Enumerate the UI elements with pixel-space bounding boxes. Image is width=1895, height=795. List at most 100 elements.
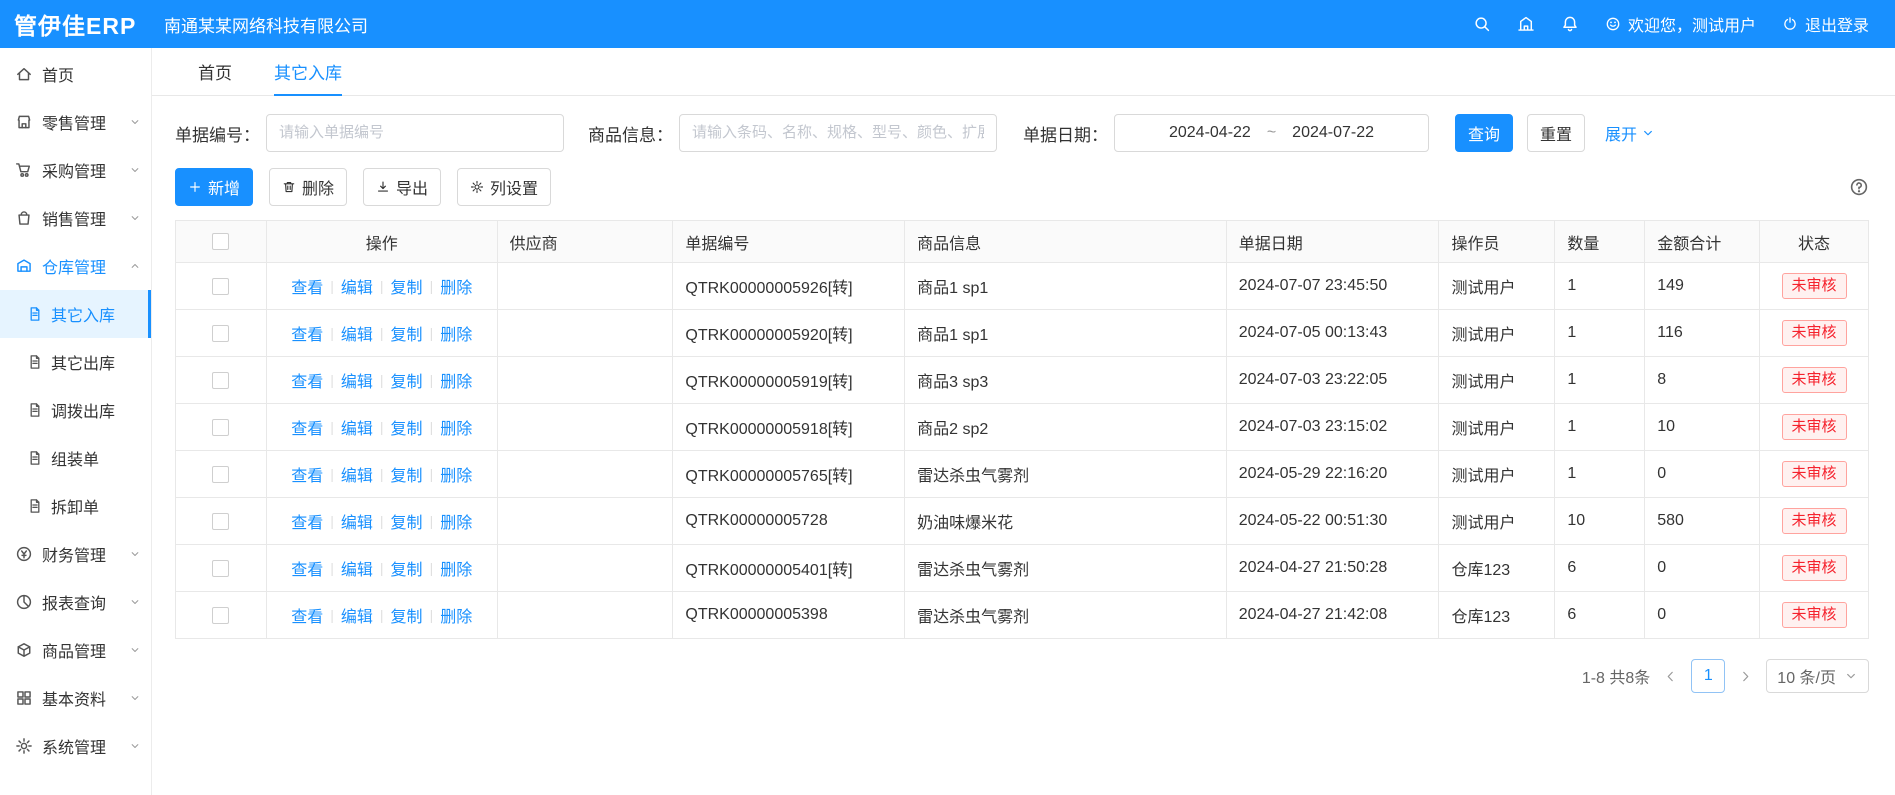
- column-settings-button[interactable]: 列设置: [457, 168, 551, 206]
- add-button-label: 新增: [208, 175, 240, 199]
- row-checkbox[interactable]: [212, 278, 229, 295]
- date-to-value[interactable]: 2024-07-22: [1292, 124, 1374, 142]
- row-checkbox[interactable]: [212, 325, 229, 342]
- row-action-delete[interactable]: 删除: [440, 321, 472, 345]
- row-action-edit[interactable]: 编辑: [341, 274, 373, 298]
- sidebar-item-warehouse[interactable]: 仓库管理: [0, 242, 151, 290]
- row-action-copy[interactable]: 复制: [391, 462, 423, 486]
- gear-icon: [470, 180, 484, 194]
- row-action-delete[interactable]: 删除: [440, 509, 472, 533]
- tab-home[interactable]: 首页: [198, 48, 232, 95]
- row-action-edit[interactable]: 编辑: [341, 603, 373, 627]
- reset-button[interactable]: 重置: [1527, 114, 1585, 152]
- sales-icon: [15, 209, 33, 227]
- cell-operator: 测试用户: [1439, 498, 1555, 544]
- row-checkbox[interactable]: [212, 607, 229, 624]
- bell-icon[interactable]: [1561, 15, 1579, 33]
- chevron-left-icon[interactable]: [1663, 669, 1678, 684]
- sidebar-subitem-transfer-outbound[interactable]: 调拨出库: [0, 386, 151, 434]
- search-button[interactable]: 查询: [1455, 114, 1513, 152]
- row-action-view[interactable]: 查看: [291, 462, 323, 486]
- sidebar-subitem-other-outbound[interactable]: 其它出库: [0, 338, 151, 386]
- date-from-value[interactable]: 2024-04-22: [1169, 124, 1251, 142]
- row-checkbox[interactable]: [212, 372, 229, 389]
- row-action-view[interactable]: 查看: [291, 274, 323, 298]
- row-action-edit[interactable]: 编辑: [341, 321, 373, 345]
- sidebar-item-base[interactable]: 基本资料: [0, 674, 151, 722]
- sidebar-item-finance[interactable]: 财务管理: [0, 530, 151, 578]
- action-separator: |: [430, 278, 434, 294]
- cell-supplier: [498, 357, 674, 403]
- page-size-select[interactable]: 10 条/页: [1766, 659, 1869, 693]
- row-action-edit[interactable]: 编辑: [341, 368, 373, 392]
- table-row: 查看|编辑|复制|删除 QTRK00000005765[转] 雷达杀虫气雾剂 2…: [176, 451, 1868, 498]
- sidebar-subitem-disassembly-bill[interactable]: 拆卸单: [0, 482, 151, 530]
- export-button[interactable]: 导出: [363, 168, 441, 206]
- help-icon[interactable]: [1849, 177, 1869, 197]
- action-separator: |: [380, 466, 384, 482]
- row-action-copy[interactable]: 复制: [391, 321, 423, 345]
- status-badge: 未审核: [1782, 602, 1847, 628]
- tabbar: 首页其它入库: [152, 48, 1895, 96]
- export-icon: [376, 180, 390, 194]
- cell-qty: 1: [1555, 263, 1645, 309]
- welcome-text: 欢迎您，测试用户: [1628, 12, 1756, 36]
- product-info-input[interactable]: [679, 114, 997, 152]
- cell-qty: 1: [1555, 451, 1645, 497]
- sidebar-item-label: 财务管理: [42, 542, 106, 566]
- date-range-picker[interactable]: 2024-04-22 ~ 2024-07-22: [1114, 114, 1429, 152]
- bill-no-label: 单据编号：: [175, 121, 260, 146]
- sidebar-item-sales[interactable]: 销售管理: [0, 194, 151, 242]
- row-action-view[interactable]: 查看: [291, 509, 323, 533]
- row-action-delete[interactable]: 删除: [440, 603, 472, 627]
- row-checkbox[interactable]: [212, 419, 229, 436]
- row-action-copy[interactable]: 复制: [391, 415, 423, 439]
- row-checkbox[interactable]: [212, 466, 229, 483]
- sidebar-item-system[interactable]: 系统管理: [0, 722, 151, 770]
- search-icon[interactable]: [1473, 15, 1491, 33]
- bill-no-input[interactable]: [266, 114, 564, 152]
- sidebar-item-purchase[interactable]: 采购管理: [0, 146, 151, 194]
- row-action-edit[interactable]: 编辑: [341, 462, 373, 486]
- row-action-delete[interactable]: 删除: [440, 274, 472, 298]
- row-action-view[interactable]: 查看: [291, 415, 323, 439]
- row-action-view[interactable]: 查看: [291, 556, 323, 580]
- tab-other-inbound[interactable]: 其它入库: [274, 48, 342, 95]
- row-action-view[interactable]: 查看: [291, 368, 323, 392]
- sidebar-item-label: 系统管理: [42, 734, 106, 758]
- select-all-checkbox[interactable]: [212, 233, 229, 250]
- row-action-view[interactable]: 查看: [291, 603, 323, 627]
- chevron-right-icon[interactable]: [1738, 669, 1753, 684]
- logout-button[interactable]: 退出登录: [1782, 12, 1869, 36]
- sidebar-item-retail[interactable]: 零售管理: [0, 98, 151, 146]
- row-action-copy[interactable]: 复制: [391, 274, 423, 298]
- row-action-delete[interactable]: 删除: [440, 415, 472, 439]
- chevron-up-icon: [129, 260, 141, 272]
- row-action-edit[interactable]: 编辑: [341, 509, 373, 533]
- row-action-delete[interactable]: 删除: [440, 556, 472, 580]
- welcome-user[interactable]: 欢迎您，测试用户: [1605, 12, 1756, 36]
- sidebar-subitem-assembly-bill[interactable]: 组装单: [0, 434, 151, 482]
- row-action-copy[interactable]: 复制: [391, 509, 423, 533]
- row-action-view[interactable]: 查看: [291, 321, 323, 345]
- row-actions-cell: 查看|编辑|复制|删除: [267, 310, 498, 356]
- row-checkbox[interactable]: [212, 513, 229, 530]
- add-button[interactable]: 新增: [175, 168, 253, 206]
- row-action-edit[interactable]: 编辑: [341, 556, 373, 580]
- row-action-copy[interactable]: 复制: [391, 603, 423, 627]
- sidebar-subitem-other-inbound[interactable]: 其它入库: [0, 290, 151, 338]
- sidebar-item-goods[interactable]: 商品管理: [0, 626, 151, 674]
- row-action-edit[interactable]: 编辑: [341, 415, 373, 439]
- column-header-date: 单据日期: [1227, 221, 1440, 263]
- sidebar-item-report[interactable]: 报表查询: [0, 578, 151, 626]
- sidebar-item-home[interactable]: 首页: [0, 50, 151, 98]
- row-action-delete[interactable]: 删除: [440, 368, 472, 392]
- delete-button[interactable]: 删除: [269, 168, 347, 206]
- expand-link[interactable]: 展开: [1605, 121, 1655, 145]
- page-number-button[interactable]: 1: [1691, 659, 1725, 693]
- row-action-copy[interactable]: 复制: [391, 556, 423, 580]
- row-action-copy[interactable]: 复制: [391, 368, 423, 392]
- building-icon[interactable]: [1517, 15, 1535, 33]
- row-checkbox[interactable]: [212, 560, 229, 577]
- row-action-delete[interactable]: 删除: [440, 462, 472, 486]
